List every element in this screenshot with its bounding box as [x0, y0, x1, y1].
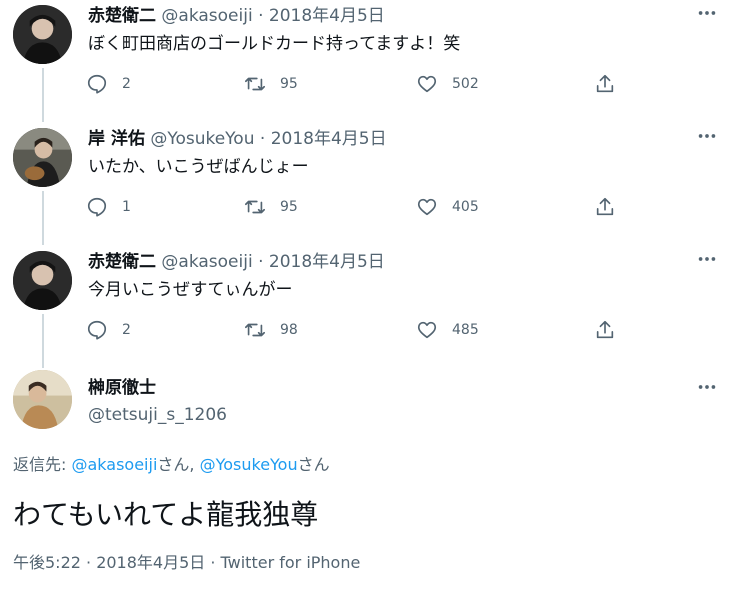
- mention-link[interactable]: @YosukeYou: [200, 455, 298, 474]
- user-handle[interactable]: @akasoeiji: [161, 252, 252, 272]
- heart-icon: [417, 321, 437, 339]
- retweet-count: 98: [280, 322, 298, 338]
- speech-bubble-icon: [87, 197, 107, 217]
- heart-icon: [417, 198, 437, 216]
- share-button[interactable]: [594, 70, 616, 98]
- reply-count: 1: [122, 199, 131, 215]
- retweet-button[interactable]: 95: [244, 70, 298, 98]
- like-count: 405: [452, 199, 479, 215]
- reply-button[interactable]: 2: [86, 70, 131, 98]
- like-button[interactable]: 485: [416, 316, 479, 344]
- like-count: 502: [452, 76, 479, 92]
- avatar[interactable]: [13, 128, 72, 187]
- share-upload-icon: [596, 320, 614, 339]
- speech-bubble-icon: [87, 320, 107, 340]
- share-upload-icon: [596, 74, 614, 93]
- avatar[interactable]: [13, 5, 72, 64]
- thread-tweet[interactable]: 赤楚衛二 @akasoeiji · 2018年4月5日 ぼく町田商店のゴールドカ…: [0, 0, 734, 123]
- replying-prefix: 返信先:: [13, 455, 72, 474]
- more-dots-icon[interactable]: [696, 125, 718, 147]
- share-upload-icon: [596, 197, 614, 216]
- honorific: さん,: [157, 455, 200, 474]
- retweet-icon: [245, 77, 265, 91]
- heart-icon: [417, 75, 437, 93]
- tweet-meta[interactable]: 午後5:22 · 2018年4月5日 · Twitter for iPhone: [13, 551, 360, 575]
- retweet-icon: [245, 323, 265, 337]
- reply-count: 2: [122, 76, 131, 92]
- separator: ·: [259, 129, 266, 149]
- retweet-button[interactable]: 95: [244, 193, 298, 221]
- tweet-header: 赤楚衛二 @akasoeiji · 2018年4月5日: [88, 250, 385, 274]
- share-button[interactable]: [594, 193, 616, 221]
- user-handle[interactable]: @YosukeYou: [150, 129, 254, 149]
- tweet-date[interactable]: 2018年4月5日: [269, 6, 385, 26]
- thread-tweet[interactable]: 赤楚衛二 @akasoeiji · 2018年4月5日 今月いこうぜすてぃんがー…: [0, 246, 734, 369]
- user-name[interactable]: 岸 洋佑: [88, 129, 145, 149]
- avatar[interactable]: [13, 370, 72, 429]
- like-button[interactable]: 405: [416, 193, 479, 221]
- user-name[interactable]: 赤楚衛二: [88, 252, 156, 272]
- tweet-text: ぼく町田商店のゴールドカード持ってますよ！笑: [88, 34, 461, 54]
- tweet-actions: 1 95 405: [86, 193, 646, 221]
- separator: ·: [258, 6, 264, 26]
- tweet-actions: 2 95 502: [86, 70, 646, 98]
- retweet-button[interactable]: 98: [244, 316, 298, 344]
- thread-tweet[interactable]: 岸 洋佑 @YosukeYou · 2018年4月5日 いたか、いこうぜばんじょ…: [0, 123, 734, 246]
- reply-count: 2: [122, 322, 131, 338]
- retweet-count: 95: [280, 76, 298, 92]
- separator: ·: [258, 252, 264, 272]
- avatar[interactable]: [13, 251, 72, 310]
- more-dots-icon[interactable]: [696, 248, 718, 270]
- main-tweet-text: わてもいれてよ龍我独尊: [13, 498, 319, 531]
- tweet-text: いたか、いこうぜばんじょー: [88, 157, 309, 177]
- retweet-icon: [245, 200, 265, 214]
- mention-link[interactable]: @akasoeiji: [71, 455, 157, 474]
- tweet-header: 岸 洋佑 @YosukeYou · 2018年4月5日: [88, 127, 387, 151]
- tweet-header: 赤楚衛二 @akasoeiji · 2018年4月5日: [88, 4, 385, 28]
- tweet-date[interactable]: 2018年4月5日: [269, 252, 385, 272]
- like-button[interactable]: 502: [416, 70, 479, 98]
- more-dots-icon[interactable]: [696, 376, 718, 398]
- user-handle[interactable]: @akasoeiji: [161, 6, 252, 26]
- like-count: 485: [452, 322, 479, 338]
- replying-to: 返信先: @akasoeijiさん, @YosukeYouさん: [13, 453, 330, 477]
- user-handle[interactable]: @tetsuji_s_1206: [88, 403, 227, 427]
- retweet-count: 95: [280, 199, 298, 215]
- reply-button[interactable]: 2: [86, 316, 131, 344]
- more-dots-icon[interactable]: [696, 2, 718, 24]
- user-name[interactable]: 榊原徹士: [88, 376, 156, 400]
- reply-button[interactable]: 1: [86, 193, 131, 221]
- user-name[interactable]: 赤楚衛二: [88, 6, 156, 26]
- tweet-text: 今月いこうぜすてぃんがー: [88, 280, 293, 300]
- tweet-actions: 2 98 485: [86, 316, 646, 344]
- share-button[interactable]: [594, 316, 616, 344]
- honorific: さん: [297, 455, 330, 474]
- speech-bubble-icon: [87, 74, 107, 94]
- tweet-date[interactable]: 2018年4月5日: [271, 129, 387, 149]
